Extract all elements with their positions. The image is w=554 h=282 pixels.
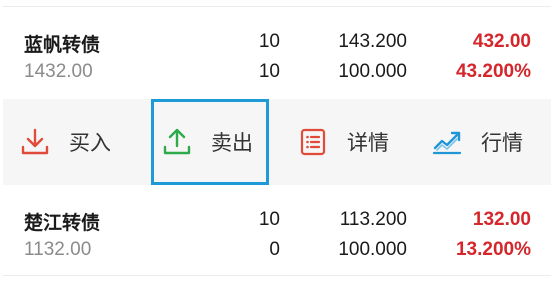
positions-card: 蓝帆转债 1432.00 10 10 143.200 100.000 432.0… <box>3 6 551 276</box>
quote-label: 行情 <box>481 132 523 155</box>
buy-button[interactable]: 买入 <box>19 99 111 185</box>
profit-amount: 132.00 <box>472 209 531 230</box>
holding-quantity: 10 <box>258 31 280 52</box>
upload-icon <box>163 128 191 155</box>
quote-button[interactable]: 行情 <box>431 99 523 185</box>
cost-price: 100.000 <box>338 61 407 82</box>
available-quantity: 0 <box>269 239 280 260</box>
bond-name: 楚江转债 <box>24 213 101 234</box>
sell-button[interactable]: 卖出 <box>151 99 269 185</box>
position-row[interactable]: 蓝帆转债 1432.00 10 10 143.200 100.000 432.0… <box>3 7 551 99</box>
position-row[interactable]: 楚江转债 1132.00 10 0 113.200 100.000 132.00… <box>3 185 551 277</box>
cost-value: 1132.00 <box>24 239 92 260</box>
buy-label: 买入 <box>69 132 111 155</box>
detail-button[interactable]: 详情 <box>297 99 389 185</box>
detail-label: 详情 <box>347 132 389 155</box>
download-icon <box>21 128 49 155</box>
cost-price: 100.000 <box>338 239 407 260</box>
cost-value: 1432.00 <box>24 61 93 82</box>
available-quantity: 10 <box>258 61 280 82</box>
profit-percent: 13.200% <box>455 239 531 260</box>
trend-chart-icon <box>432 131 462 155</box>
action-bar: 买入 卖出 详情 行情 <box>3 99 551 185</box>
sell-label: 卖出 <box>211 132 253 155</box>
current-price: 143.200 <box>338 31 407 52</box>
profit-amount: 432.00 <box>472 31 531 52</box>
holding-quantity: 10 <box>258 209 280 230</box>
bond-name: 蓝帆转债 <box>24 35 101 56</box>
profit-percent: 43.200% <box>455 61 531 82</box>
list-icon <box>300 128 326 156</box>
current-price: 113.200 <box>339 209 407 230</box>
